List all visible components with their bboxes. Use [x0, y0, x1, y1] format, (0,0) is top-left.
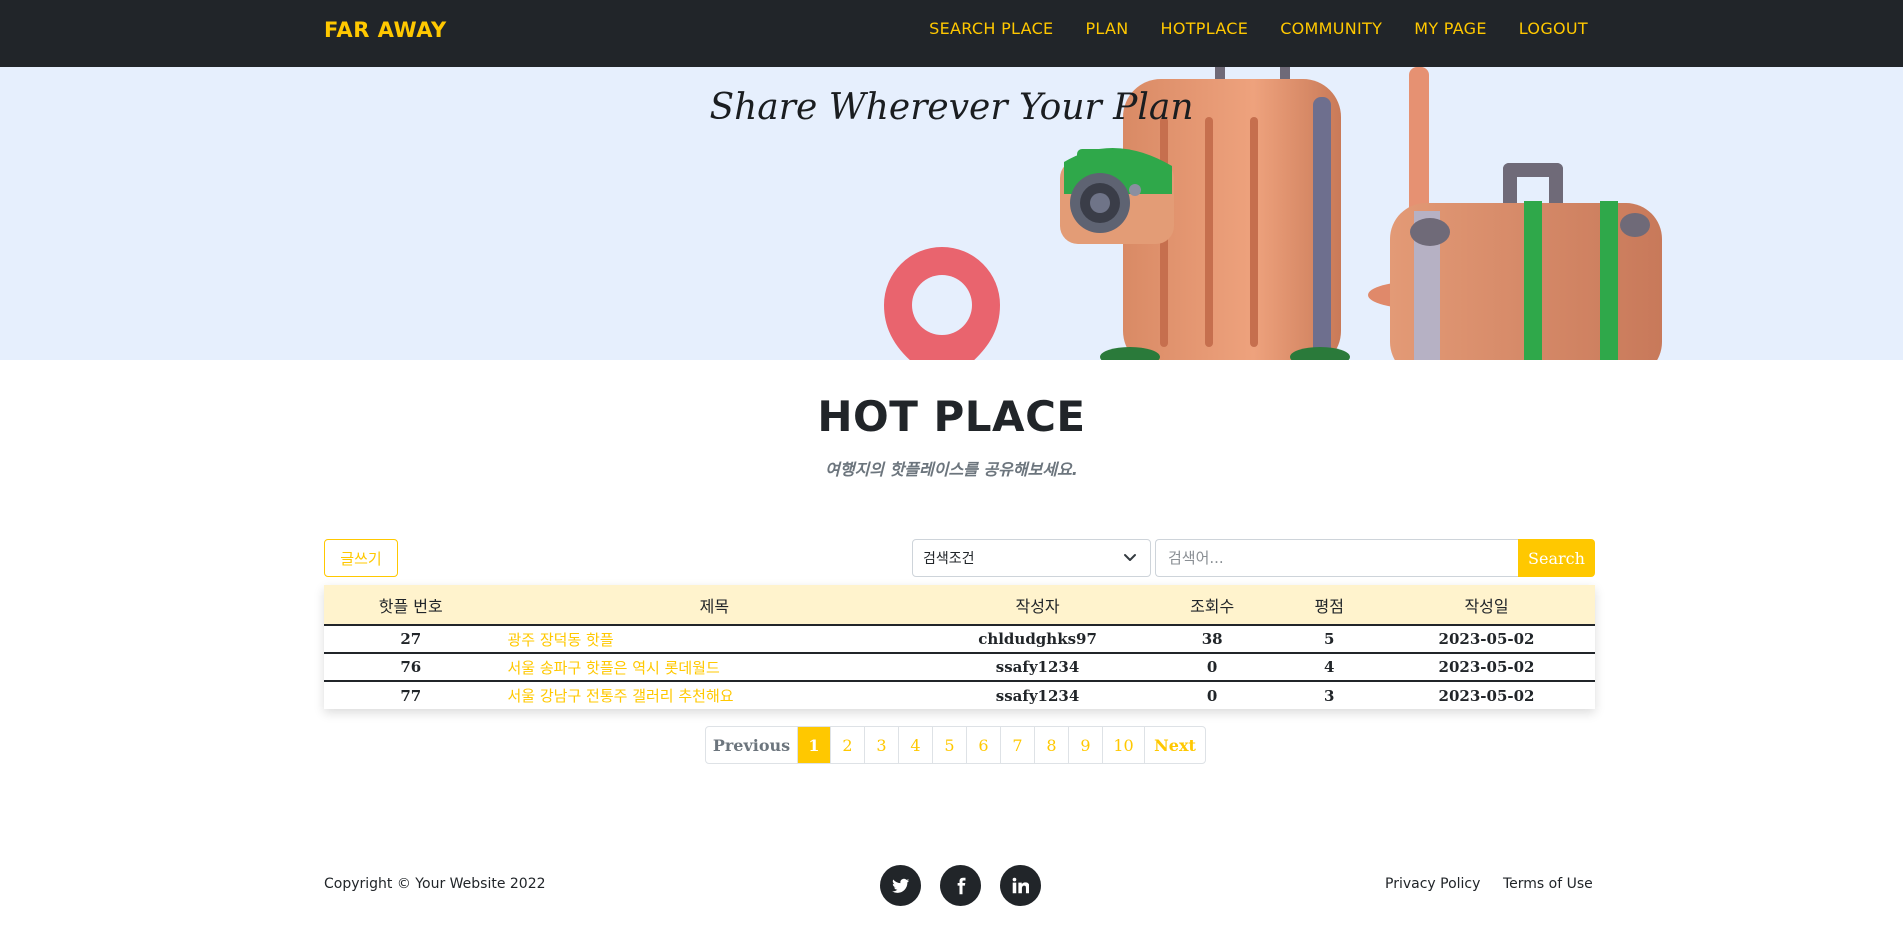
nav-link-hotplace[interactable]: HOTPLACE — [1161, 19, 1249, 38]
facebook-icon[interactable] — [940, 865, 981, 906]
row-rating: 3 — [1324, 686, 1335, 705]
row-title-link[interactable]: 광주 장덕동 핫플 — [497, 625, 932, 654]
pagination-page-4[interactable]: 4 — [898, 727, 932, 763]
row-title-link[interactable]: 서울 강남구 전통주 갤러리 추천해요 — [498, 681, 932, 709]
row-author: ssafy1234 — [931, 653, 1144, 682]
pagination-page-10[interactable]: 10 — [1102, 727, 1144, 763]
row-views: 38 — [1143, 625, 1281, 654]
table-row: 77 서울 강남구 전통주 갤러리 추천해요 ssafy1234 0 3 202… — [324, 681, 1595, 709]
pagination-page-9[interactable]: 9 — [1068, 727, 1102, 763]
row-rating: 5 — [1280, 625, 1379, 654]
linkedin-icon[interactable] — [1000, 865, 1041, 906]
column-header-title: 제목 — [497, 585, 932, 626]
nav-link-my-page[interactable]: MY PAGE — [1414, 19, 1487, 38]
page-subtitle: 여행지의 핫플레이스를 공유해보세요. — [825, 460, 1078, 479]
navbar: FAR AWAY SEARCH PLACE PLAN HOTPLACE COMM… — [0, 0, 1903, 67]
column-header-author: 작성자 — [931, 585, 1144, 626]
pagination-page-2[interactable]: 2 — [830, 727, 864, 763]
privacy-policy-link[interactable]: Privacy Policy — [1385, 876, 1480, 892]
terms-of-use-link[interactable]: Terms of Use — [1503, 876, 1593, 892]
column-header-no: 핫플 번호 — [324, 585, 498, 626]
pagination-previous[interactable]: Previous — [706, 727, 797, 763]
hero-title: Share Wherever Your Plan — [709, 87, 1194, 128]
hero-banner: Share Wherever Your Plan — [0, 67, 1903, 360]
brand-logo[interactable]: FAR AWAY — [324, 18, 447, 42]
write-button[interactable]: 글쓰기 — [324, 539, 398, 577]
table-header-row: 핫플 번호 제목 작성자 조회수 평점 작성일 — [324, 585, 1595, 626]
row-rating: 4 — [1280, 653, 1379, 682]
chevron-down-icon — [1124, 554, 1136, 561]
row-date: 2023-05-02 — [1438, 686, 1535, 705]
copyright-text: Copyright © Your Website 2022 — [324, 876, 546, 892]
hotplace-table: 핫플 번호 제목 작성자 조회수 평점 작성일 27 광주 장덕동 핫플 chl… — [324, 585, 1595, 709]
pagination-next[interactable]: Next — [1144, 727, 1205, 763]
facebook-glyph — [957, 877, 965, 894]
twitter-icon[interactable] — [880, 865, 921, 906]
table-row: 27 광주 장덕동 핫플 chldudghks97 38 5 2023-05-0… — [324, 625, 1595, 654]
row-date: 2023-05-02 — [1378, 653, 1595, 682]
pagination-page-1[interactable]: 1 — [797, 727, 830, 763]
row-no: 27 — [324, 625, 498, 654]
table-row: 76 서울 송파구 핫플은 역시 롯데월드 ssafy1234 0 4 2023… — [324, 653, 1595, 682]
pagination: Previous 1 2 3 4 5 6 7 8 9 10 Next — [705, 726, 1206, 764]
nav-link-plan[interactable]: PLAN — [1085, 19, 1128, 38]
row-views: 0 — [1143, 653, 1281, 682]
nav-link-logout[interactable]: LOGOUT — [1519, 19, 1588, 38]
twitter-glyph — [891, 878, 909, 893]
nav-link-community[interactable]: COMMUNITY — [1280, 19, 1382, 38]
search-button[interactable]: Search — [1518, 539, 1595, 577]
pagination-page-5[interactable]: 5 — [932, 727, 966, 763]
row-date: 2023-05-02 — [1378, 625, 1595, 654]
pagination-page-8[interactable]: 8 — [1034, 727, 1068, 763]
pagination-page-6[interactable]: 6 — [966, 727, 1000, 763]
page-title: HOT PLACE — [817, 392, 1086, 441]
row-author: ssafy1234 — [995, 686, 1080, 705]
search-condition-value: 검색조건 — [923, 551, 975, 567]
linkedin-glyph — [1012, 877, 1029, 894]
search-condition-select[interactable]: 검색조건 — [912, 539, 1151, 577]
nav-links: SEARCH PLACE PLAN HOTPLACE COMMUNITY MY … — [897, 19, 1588, 38]
row-views: 0 — [1206, 686, 1218, 705]
column-header-date: 작성일 — [1378, 585, 1595, 626]
search-input[interactable] — [1155, 539, 1519, 577]
row-title-link[interactable]: 서울 송파구 핫플은 역시 롯데월드 — [497, 653, 932, 682]
row-author: chldudghks97 — [931, 625, 1144, 654]
column-header-views: 조회수 — [1143, 585, 1281, 626]
row-no: 76 — [324, 653, 498, 682]
pagination-page-7[interactable]: 7 — [1000, 727, 1034, 763]
nav-link-search-place[interactable]: SEARCH PLACE — [929, 19, 1053, 38]
column-header-rating: 평점 — [1280, 585, 1379, 626]
pagination-page-3[interactable]: 3 — [864, 727, 898, 763]
row-no: 77 — [400, 686, 422, 705]
